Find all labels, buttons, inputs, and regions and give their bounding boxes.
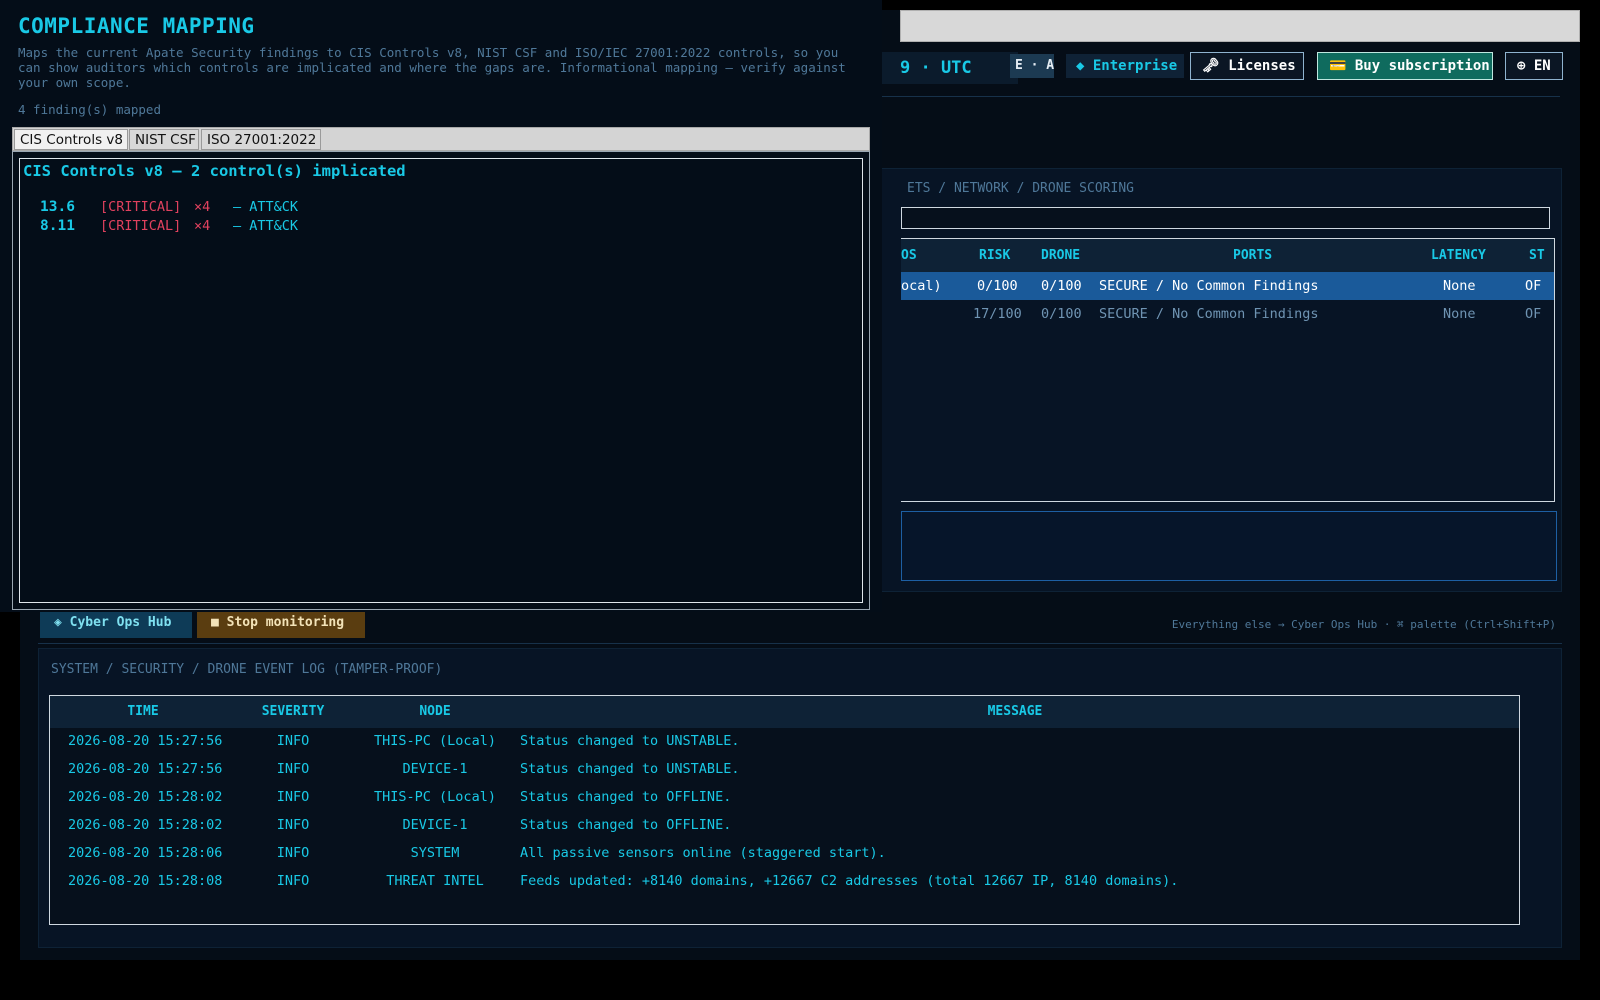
event-log-panel: SYSTEM / SECURITY / DRONE EVENT LOG (TAM…: [38, 648, 1562, 948]
asset-risk: 17/100: [973, 306, 1022, 322]
event-time: 2026-08-20 15:28:02: [68, 789, 223, 805]
asset-name: ocal): [901, 278, 942, 294]
tab-content: CIS Controls v8 — 2 control(s) implicate…: [12, 151, 870, 610]
event-message: Status changed to UNSTABLE.: [520, 761, 740, 777]
assets-breadcrumb: ETS / NETWORK / DRONE SCORING: [907, 181, 1134, 196]
column-header-ports[interactable]: PORTS: [1233, 248, 1272, 263]
control-source: — ATT&CK: [233, 218, 299, 234]
event-message: Status changed to UNSTABLE.: [520, 733, 740, 749]
action-divider: [38, 643, 1562, 644]
event-log-table: TIME SEVERITY NODE MESSAGE 2026-08-20 15…: [49, 695, 1520, 925]
event-node: THIS-PC (Local): [374, 789, 496, 805]
asset-risk: 0/100: [977, 278, 1018, 294]
compliance-mapping-window: COMPLIANCE MAPPING Maps the current Apat…: [0, 0, 882, 612]
event-time: 2026-08-20 15:27:56: [68, 761, 223, 777]
table-row[interactable]: 2026-08-20 15:27:56 INFO DEVICE-1 Status…: [50, 756, 1519, 784]
event-node: THREAT INTEL: [386, 873, 484, 889]
asset-table-header: OS RISK DRONE PORTS LATENCY ST: [901, 238, 1554, 272]
compliance-title: COMPLIANCE MAPPING: [18, 14, 255, 38]
event-node: THIS-PC (Local): [374, 733, 496, 749]
event-message: All passive sensors online (staggered st…: [520, 845, 886, 861]
event-severity: INFO: [276, 873, 310, 889]
control-count: ×4: [194, 199, 211, 215]
event-node: SYSTEM: [410, 845, 460, 861]
column-header-os[interactable]: OS: [901, 248, 917, 263]
event-message: Feeds updated: +8140 domains, +12667 C2 …: [520, 873, 1179, 889]
event-message: Status changed to OFFLINE.: [520, 789, 732, 805]
event-message: Status changed to OFFLINE.: [520, 817, 732, 833]
controls-heading: CIS Controls v8 — 2 control(s) implicate…: [23, 162, 406, 180]
control-severity: [CRITICAL]: [100, 218, 182, 234]
cyber-ops-hub-button[interactable]: ◈ Cyber Ops Hub: [40, 608, 192, 638]
event-time: 2026-08-20 15:28:02: [68, 817, 223, 833]
asset-drone-score: 0/100: [1041, 278, 1082, 294]
asset-latency: None: [1443, 306, 1476, 322]
control-id: 13.6: [40, 199, 75, 215]
findings-count: 4 finding(s) mapped: [18, 102, 161, 117]
event-log-title: SYSTEM / SECURITY / DRONE EVENT LOG (TAM…: [51, 662, 443, 677]
event-severity: INFO: [276, 845, 310, 861]
column-header-message[interactable]: MESSAGE: [520, 704, 1510, 719]
asset-status: OF: [1525, 306, 1542, 322]
buy-subscription-button[interactable]: 💳 Buy subscription: [1317, 52, 1493, 80]
event-node: DEVICE-1: [402, 817, 468, 833]
table-row[interactable]: 2026-08-20 15:28:08 INFO THREAT INTEL Fe…: [50, 868, 1519, 896]
asset-status: OF: [1525, 278, 1542, 294]
controls-list: CIS Controls v8 — 2 control(s) implicate…: [19, 158, 863, 603]
framework-tabs: CIS Controls v8 NIST CSF ISO 27001:2022: [12, 127, 870, 151]
event-severity: INFO: [276, 817, 310, 833]
edition-badge: ◆ Enterprise: [1066, 54, 1184, 78]
tab-nist-csf[interactable]: NIST CSF: [129, 129, 199, 150]
asset-filter-input[interactable]: [901, 207, 1550, 229]
column-header-time[interactable]: TIME: [68, 704, 218, 719]
event-node: DEVICE-1: [402, 761, 468, 777]
column-header-latency[interactable]: LATENCY: [1431, 248, 1486, 263]
asset-table: OS RISK DRONE PORTS LATENCY ST ocal) 0/1…: [901, 238, 1555, 502]
event-time: 2026-08-20 15:28:06: [68, 845, 223, 861]
tab-iso-27001[interactable]: ISO 27001:2022: [201, 129, 321, 150]
utc-clock: 9 · UTC: [878, 52, 1018, 84]
mode-badge: E · AD: [1010, 54, 1054, 78]
column-header-status[interactable]: ST: [1529, 248, 1545, 263]
event-log-header: TIME SEVERITY NODE MESSAGE: [50, 696, 1519, 728]
column-header-severity[interactable]: SEVERITY: [248, 704, 338, 719]
keyboard-hint: Everything else → Cyber Ops Hub · ⌘ pale…: [1171, 618, 1556, 631]
compliance-description: Maps the current Apate Security findings…: [18, 45, 846, 90]
event-time: 2026-08-20 15:27:56: [68, 733, 223, 749]
control-source: — ATT&CK: [233, 199, 299, 215]
column-header-node[interactable]: NODE: [360, 704, 510, 719]
asset-ports: SECURE / No Common Findings: [1099, 306, 1319, 322]
asset-latency: None: [1443, 278, 1476, 294]
table-row[interactable]: ocal) 0/100 0/100 SECURE / No Common Fin…: [901, 272, 1554, 300]
event-time: 2026-08-20 15:28:08: [68, 873, 223, 889]
event-severity: INFO: [276, 733, 310, 749]
column-header-drone[interactable]: DRONE: [1041, 248, 1080, 263]
column-header-risk[interactable]: RISK: [979, 248, 1010, 263]
event-severity: INFO: [276, 761, 310, 777]
table-row[interactable]: 17/100 0/100 SECURE / No Common Findings…: [901, 300, 1554, 328]
language-button[interactable]: ⊕ EN: [1505, 52, 1563, 80]
control-count: ×4: [194, 218, 211, 234]
stop-monitoring-button[interactable]: ■ Stop monitoring: [197, 608, 365, 638]
asset-drone-score: 0/100: [1041, 306, 1082, 322]
asset-detail-box: [901, 511, 1557, 581]
event-severity: INFO: [276, 789, 310, 805]
licenses-button[interactable]: 🗝 Licenses: [1190, 52, 1304, 80]
asset-ports: SECURE / No Common Findings: [1099, 278, 1319, 294]
control-id: 8.11: [40, 218, 75, 234]
window-titlebar[interactable]: [900, 10, 1580, 42]
table-row[interactable]: 2026-08-20 15:28:06 INFO SYSTEM All pass…: [50, 840, 1519, 868]
control-severity: [CRITICAL]: [100, 199, 182, 215]
table-row[interactable]: 2026-08-20 15:28:02 INFO DEVICE-1 Status…: [50, 812, 1519, 840]
tab-cis-controls[interactable]: CIS Controls v8: [14, 129, 128, 150]
table-row[interactable]: 2026-08-20 15:27:56 INFO THIS-PC (Local)…: [50, 728, 1519, 756]
table-row[interactable]: 2026-08-20 15:28:02 INFO THIS-PC (Local)…: [50, 784, 1519, 812]
